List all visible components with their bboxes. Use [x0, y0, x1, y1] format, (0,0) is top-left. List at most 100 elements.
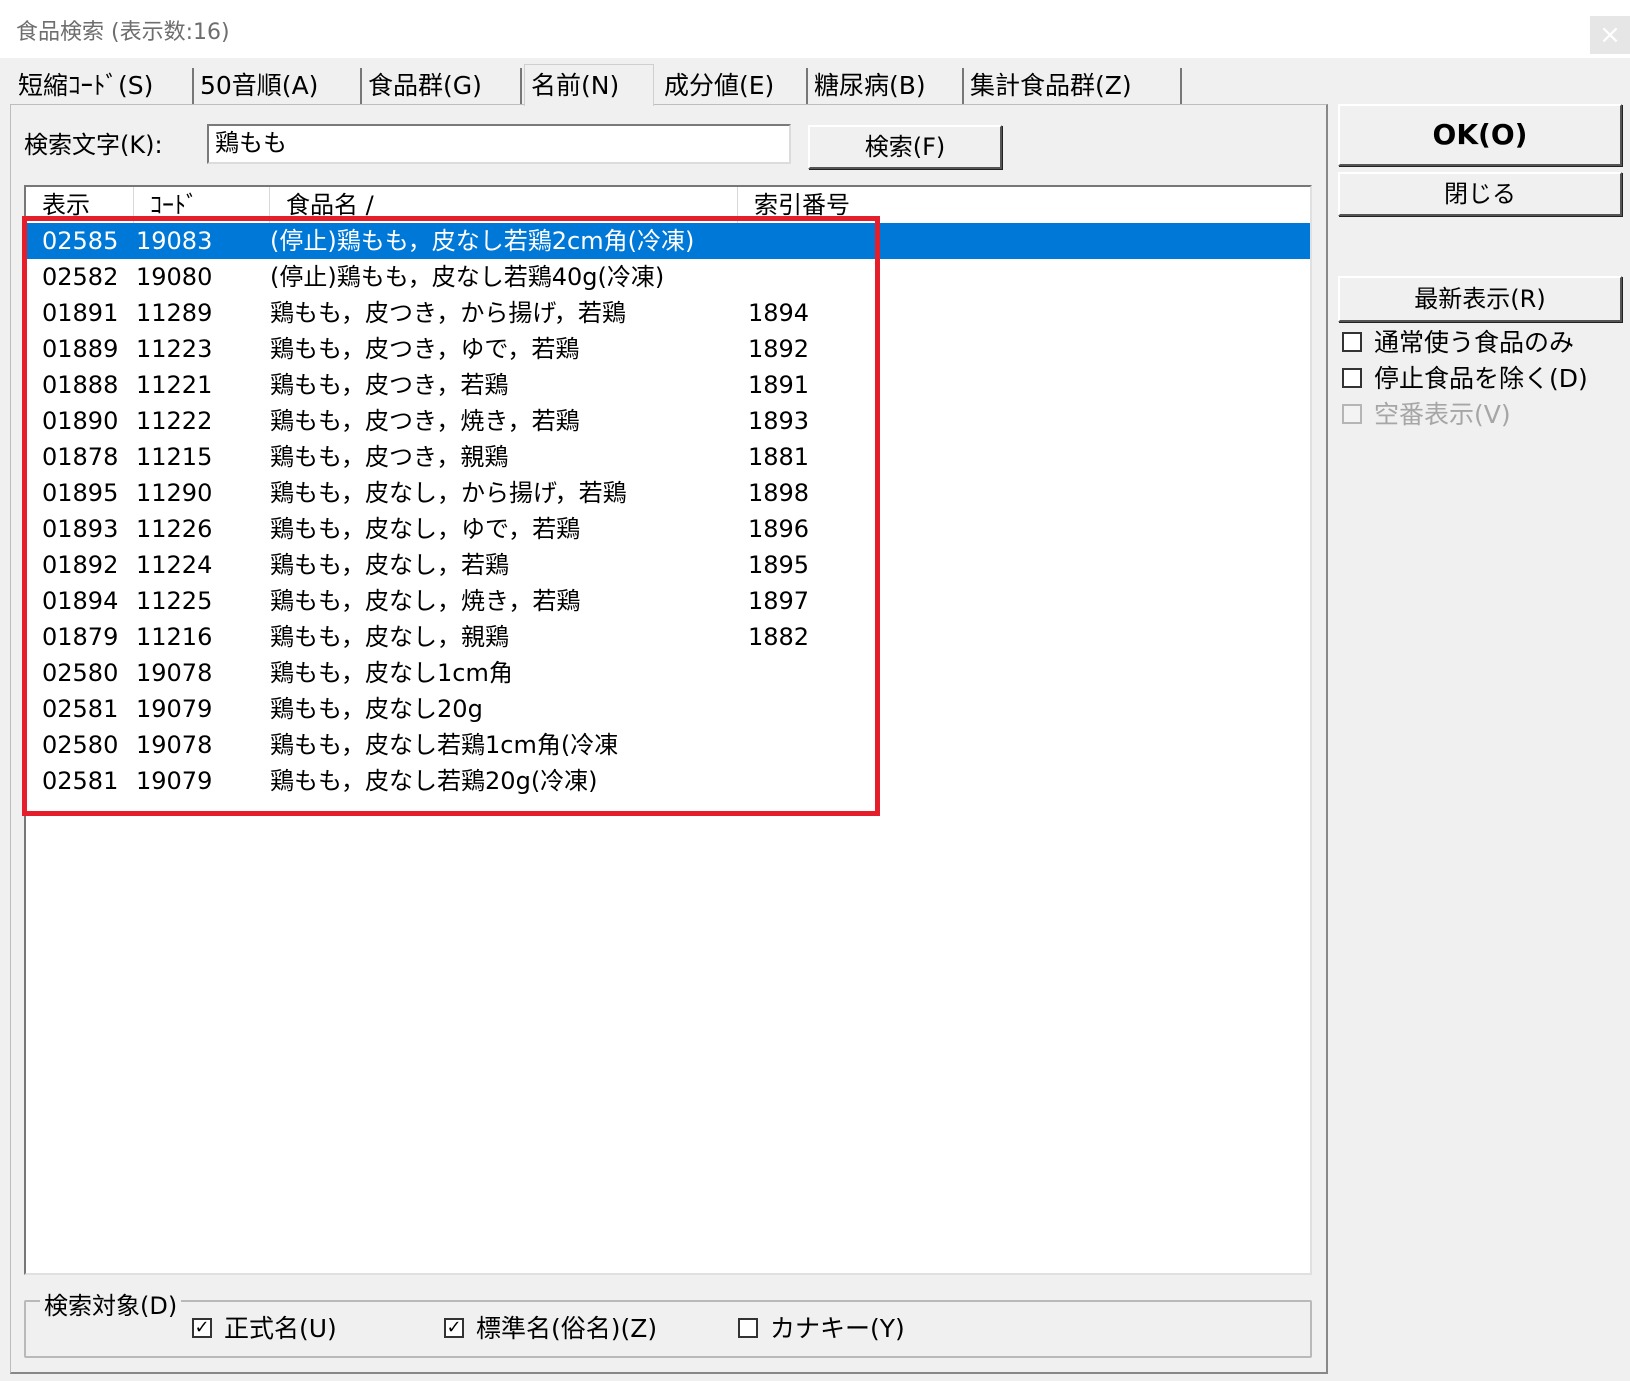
column-header-index-number[interactable]: 索引番号	[738, 187, 1310, 223]
cell-display: 01894	[42, 587, 119, 615]
column-header-code[interactable]: ｺｰﾄﾞ	[134, 187, 270, 223]
table-row[interactable]: 01889 11223 鶏もも，皮つき，ゆで，若鶏 1892	[26, 331, 1310, 367]
tab-food-group[interactable]: 食品群(G)	[362, 68, 522, 104]
cell-display: 01895	[42, 479, 119, 507]
close-icon[interactable]: ×	[1590, 16, 1630, 54]
cell-index-number: 1898	[748, 479, 810, 507]
table-row[interactable]: 02585 19083 (停止)鶏もも，皮なし若鶏2cm角(冷凍)	[26, 223, 1310, 259]
checkbox-unchecked-icon[interactable]	[1342, 332, 1362, 352]
checkbox-common-foods-only[interactable]: 通常使う食品のみ	[1342, 328, 1574, 358]
search-target-legend: 検索対象(D)	[40, 1286, 182, 1321]
checkbox-checked-icon[interactable]	[192, 1318, 212, 1338]
cell-code: 19080	[136, 263, 213, 291]
cell-index-number: 1882	[748, 623, 810, 651]
table-row[interactable]: 01895 11290 鶏もも，皮なし，から揚げ，若鶏 1898	[26, 475, 1310, 511]
column-header-food-name[interactable]: 食品名 /	[270, 187, 738, 223]
cell-code: 19079	[136, 767, 213, 795]
cell-food-name: 鶏もも，皮つき，焼き，若鶏	[270, 407, 580, 435]
checkbox-label: 正式名(U)	[224, 1314, 337, 1343]
list-rows: 02585 19083 (停止)鶏もも，皮なし若鶏2cm角(冷凍) 02582 1908…	[26, 223, 1310, 799]
cell-code: 11221	[136, 371, 213, 399]
search-button[interactable]: 検索(F)	[808, 125, 1002, 169]
cell-display: 01893	[42, 515, 119, 543]
cell-code: 19083	[136, 227, 213, 255]
checkbox-label: 停止食品を除く(D)	[1374, 364, 1588, 393]
tab-nutrient-value[interactable]: 成分値(E)	[658, 68, 808, 104]
cell-code: 19078	[136, 731, 213, 759]
table-row[interactable]: 01878 11215 鶏もも，皮つき，親鶏 1881	[26, 439, 1310, 475]
table-row[interactable]: 02580 19078 鶏もも，皮なし若鶏1cm角(冷凍	[26, 727, 1310, 763]
cell-code: 11223	[136, 335, 213, 363]
checkbox-unchecked-icon[interactable]	[1342, 368, 1362, 388]
cell-food-name: 鶏もも，皮なし若鶏1cm角(冷凍	[270, 731, 619, 759]
column-header-display[interactable]: 表示	[26, 187, 134, 223]
close-button[interactable]: 閉じる	[1338, 172, 1622, 216]
cell-code: 11215	[136, 443, 213, 471]
cell-code: 11290	[136, 479, 213, 507]
checkbox-exclude-discontinued[interactable]: 停止食品を除く(D)	[1342, 364, 1588, 394]
table-row[interactable]: 01888 11221 鶏もも，皮つき，若鶏 1891	[26, 367, 1310, 403]
cell-display: 01888	[42, 371, 119, 399]
cell-index-number: 1892	[748, 335, 810, 363]
cell-code: 19079	[136, 695, 213, 723]
table-row[interactable]: 01893 11226 鶏もも，皮なし，ゆで，若鶏 1896	[26, 511, 1310, 547]
refresh-button[interactable]: 最新表示(R)	[1338, 276, 1622, 322]
window-title: 食品検索 (表示数:16)	[16, 20, 230, 45]
cell-food-name: 鶏もも，皮なし，若鶏	[270, 551, 510, 579]
cell-index-number: 1897	[748, 587, 810, 615]
checkbox-label: 標準名(俗名)(Z)	[476, 1314, 658, 1343]
cell-food-name: (停止)鶏もも，皮なし若鶏40g(冷凍)	[270, 263, 665, 291]
cell-display: 02582	[42, 263, 119, 291]
table-row[interactable]: 01894 11225 鶏もも，皮なし，焼き，若鶏 1897	[26, 583, 1310, 619]
checkbox-official-name[interactable]: 正式名(U)	[192, 1314, 337, 1344]
tab-kana-order[interactable]: 50音順(A)	[194, 68, 362, 104]
food-list[interactable]: 表示 ｺｰﾄﾞ 食品名 / 索引番号 02585 19083 (停止)鶏もも，皮なし…	[24, 185, 1312, 1275]
cell-food-name: (停止)鶏もも，皮なし若鶏2cm角(冷凍)	[270, 227, 695, 255]
cell-display: 01878	[42, 443, 119, 471]
cell-display: 02581	[42, 695, 119, 723]
cell-display: 01892	[42, 551, 119, 579]
cell-food-name: 鶏もも，皮なし20g	[270, 695, 483, 723]
cell-display: 02580	[42, 659, 119, 687]
tab-short-code[interactable]: 短縮ｺｰﾄﾞ(S)	[12, 68, 194, 104]
cell-index-number: 1894	[748, 299, 810, 327]
checkbox-disabled-icon	[1342, 404, 1362, 424]
tab-summary-food-group[interactable]: 集計食品群(Z)	[964, 68, 1182, 104]
checkbox-standard-name[interactable]: 標準名(俗名)(Z)	[444, 1314, 657, 1344]
title-bar: 食品検索 (表示数:16) ×	[0, 0, 1630, 58]
cell-food-name: 鶏もも，皮なし，ゆで，若鶏	[270, 515, 581, 543]
table-row[interactable]: 02582 19080 (停止)鶏もも，皮なし若鶏40g(冷凍)	[26, 259, 1310, 295]
table-row[interactable]: 02581 19079 鶏もも，皮なし若鶏20g(冷凍)	[26, 763, 1310, 799]
cell-index-number: 1881	[748, 443, 810, 471]
cell-display: 01889	[42, 335, 119, 363]
cell-food-name: 鶏もも，皮なし1cm角	[270, 659, 513, 687]
table-row[interactable]: 01892 11224 鶏もも，皮なし，若鶏 1895	[26, 547, 1310, 583]
cell-display: 01891	[42, 299, 119, 327]
cell-index-number: 1896	[748, 515, 810, 543]
checkbox-label: 空番表示(V)	[1374, 400, 1511, 429]
table-row[interactable]: 02581 19079 鶏もも，皮なし20g	[26, 691, 1310, 727]
cell-food-name: 鶏もも，皮なし，から揚げ，若鶏	[270, 479, 627, 507]
table-row[interactable]: 01879 11216 鶏もも，皮なし，親鶏 1882	[26, 619, 1310, 655]
checkbox-checked-icon[interactable]	[444, 1318, 464, 1338]
table-row[interactable]: 02580 19078 鶏もも，皮なし1cm角	[26, 655, 1310, 691]
checkbox-label: 通常使う食品のみ	[1374, 328, 1575, 357]
search-input[interactable]: 鶏もも	[207, 124, 791, 164]
cell-display: 01890	[42, 407, 119, 435]
search-label: 検索文字(K):	[24, 131, 163, 159]
cell-display: 02581	[42, 767, 119, 795]
cell-index-number: 1895	[748, 551, 810, 579]
tab-diabetes[interactable]: 糖尿病(B)	[808, 68, 964, 104]
checkbox-kana-key[interactable]: カナキー(Y)	[738, 1314, 905, 1344]
table-row[interactable]: 01890 11222 鶏もも，皮つき，焼き，若鶏 1893	[26, 403, 1310, 439]
ok-button[interactable]: OK(O)	[1338, 104, 1622, 166]
list-header: 表示 ｺｰﾄﾞ 食品名 / 索引番号	[26, 187, 1310, 224]
cell-food-name: 鶏もも，皮つき，から揚げ，若鶏	[270, 299, 626, 327]
cell-food-name: 鶏もも，皮つき，ゆで，若鶏	[270, 335, 580, 363]
table-row[interactable]: 01891 11289 鶏もも，皮つき，から揚げ，若鶏 1894	[26, 295, 1310, 331]
checkbox-show-vacant-numbers: 空番表示(V)	[1342, 400, 1511, 430]
cell-food-name: 鶏もも，皮なし，親鶏	[270, 623, 510, 651]
cell-food-name: 鶏もも，皮なし若鶏20g(冷凍)	[270, 767, 598, 795]
tab-name[interactable]: 名前(N)	[524, 64, 654, 106]
checkbox-unchecked-icon[interactable]	[738, 1318, 758, 1338]
